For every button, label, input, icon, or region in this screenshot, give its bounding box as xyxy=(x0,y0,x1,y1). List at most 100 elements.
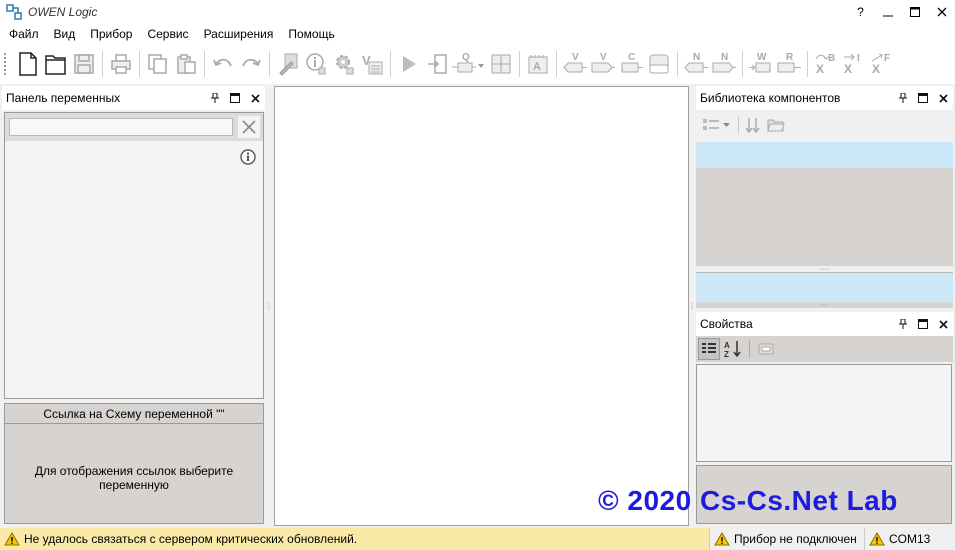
variable-links-header: Ссылка на Схему переменной "" xyxy=(5,404,263,424)
int-link-icon[interactable]: IX xyxy=(840,48,868,80)
library-panel-title: Библиотека компонентов xyxy=(700,91,841,105)
status-port[interactable]: COM13 xyxy=(865,528,951,550)
schematic-canvas[interactable] xyxy=(274,86,689,526)
variables-panel-header: Панель переменных xyxy=(2,86,265,110)
upload-to-device-icon[interactable] xyxy=(423,48,451,80)
network-output-icon[interactable]: N xyxy=(710,48,738,80)
menu-help[interactable]: Помощь xyxy=(282,27,340,41)
svg-text:N: N xyxy=(721,52,728,63)
new-file-icon[interactable] xyxy=(14,48,42,80)
svg-text:N: N xyxy=(693,52,700,63)
float-link-icon[interactable]: FX xyxy=(868,48,896,80)
categorized-view-icon[interactable] xyxy=(698,338,720,360)
maximize-button[interactable] xyxy=(901,0,928,24)
paste-icon[interactable] xyxy=(172,48,200,80)
read-variable-icon[interactable]: R xyxy=(775,48,803,80)
bool-link-icon[interactable]: BX xyxy=(812,48,840,80)
clear-search-icon[interactable] xyxy=(238,116,260,138)
maximize-panel-icon[interactable] xyxy=(225,88,245,108)
library-category-2[interactable] xyxy=(696,272,953,302)
properties-panel-header: Свойства xyxy=(696,312,953,336)
svg-text:C: C xyxy=(628,52,635,63)
menu-device[interactable]: Прибор xyxy=(84,27,138,41)
output-variable-icon[interactable]: V xyxy=(589,48,617,80)
minimize-button[interactable] xyxy=(874,0,901,24)
properties-toolbar: AZ xyxy=(696,336,953,362)
library-list[interactable] xyxy=(696,168,953,266)
device-settings-icon[interactable] xyxy=(330,48,358,80)
maximize-panel-icon[interactable] xyxy=(913,314,933,334)
property-pages-icon[interactable] xyxy=(755,338,777,360)
svg-text:X: X xyxy=(844,62,852,76)
property-grid[interactable] xyxy=(696,364,952,462)
copy-icon[interactable] xyxy=(144,48,172,80)
info-icon[interactable] xyxy=(238,147,258,167)
library-category-selected[interactable] xyxy=(696,142,953,168)
q-block-icon[interactable]: Q xyxy=(451,48,487,80)
table-block-icon[interactable] xyxy=(487,48,515,80)
library-toolbar xyxy=(696,110,953,140)
app-logo-icon xyxy=(6,4,22,20)
device-variables-icon[interactable]: V xyxy=(358,48,386,80)
svg-text:X: X xyxy=(816,62,824,76)
svg-text:X: X xyxy=(872,62,880,76)
print-icon[interactable] xyxy=(107,48,135,80)
pin-icon[interactable] xyxy=(893,314,913,334)
pin-icon[interactable] xyxy=(893,88,913,108)
variables-panel: Панель переменных Ссылка на Схему переме… xyxy=(2,86,265,526)
device-info-icon[interactable] xyxy=(302,48,330,80)
save-icon[interactable] xyxy=(70,48,98,80)
menu-extensions[interactable]: Расширения xyxy=(198,27,280,41)
folder-icon[interactable] xyxy=(767,115,789,135)
right-splitter[interactable]: ⋮ xyxy=(688,86,696,526)
left-splitter[interactable]: ⋮ xyxy=(265,86,273,526)
toolbar-separator xyxy=(102,51,103,77)
undo-icon[interactable] xyxy=(209,48,237,80)
macro-block-icon[interactable] xyxy=(645,48,673,80)
svg-text:V: V xyxy=(572,52,579,63)
view-mode-icon[interactable] xyxy=(702,115,732,135)
close-panel-icon[interactable] xyxy=(933,88,953,108)
close-panel-icon[interactable] xyxy=(933,314,953,334)
svg-text:B: B xyxy=(828,53,835,64)
input-variable-icon[interactable]: V xyxy=(561,48,589,80)
menu-service[interactable]: Сервис xyxy=(141,27,194,41)
close-button[interactable] xyxy=(928,0,955,24)
title-bar: OWEN Logic ? xyxy=(0,0,955,24)
variable-links-hint: Для отображения ссылок выберите переменн… xyxy=(34,464,234,492)
variables-panel-title: Панель переменных xyxy=(6,91,121,105)
maximize-panel-icon[interactable] xyxy=(913,88,933,108)
close-panel-icon[interactable] xyxy=(245,88,265,108)
status-message-text: Не удалось связаться с сервером критичес… xyxy=(24,532,358,546)
write-variable-icon[interactable]: W xyxy=(747,48,775,80)
toolbar-separator xyxy=(749,340,750,358)
toolbar-grip[interactable] xyxy=(4,53,8,75)
status-update-warning: Не удалось связаться с сервером критичес… xyxy=(0,528,710,550)
menu-view[interactable]: Вид xyxy=(48,27,82,41)
warning-icon xyxy=(869,532,885,546)
warning-icon xyxy=(714,532,730,546)
library-bottom-splitter[interactable]: ···· xyxy=(696,302,953,309)
alphabetical-sort-icon[interactable]: AZ xyxy=(722,338,744,360)
pin-icon[interactable] xyxy=(205,88,225,108)
network-input-icon[interactable]: N xyxy=(682,48,710,80)
constant-icon[interactable]: C xyxy=(617,48,645,80)
svg-text:R: R xyxy=(786,52,794,63)
redo-icon[interactable] xyxy=(237,48,265,80)
open-file-icon[interactable] xyxy=(42,48,70,80)
library-panel: Библиотека компонентов ···· ···· xyxy=(696,86,953,309)
variables-list-area[interactable] xyxy=(4,112,264,399)
warning-icon xyxy=(4,532,20,546)
edit-device-icon[interactable] xyxy=(274,48,302,80)
sort-icon[interactable] xyxy=(745,115,767,135)
text-block-icon[interactable]: A xyxy=(524,48,552,80)
help-button[interactable]: ? xyxy=(847,0,874,24)
menu-file[interactable]: Файл xyxy=(3,27,45,41)
status-device[interactable]: Прибор не подключен xyxy=(710,528,865,550)
properties-panel-title: Свойства xyxy=(700,317,753,331)
app-title: OWEN Logic xyxy=(28,5,98,19)
run-simulation-icon[interactable] xyxy=(395,48,423,80)
variable-search-input[interactable] xyxy=(9,118,233,136)
svg-text:Q: Q xyxy=(462,52,470,63)
svg-text:A: A xyxy=(533,61,541,73)
